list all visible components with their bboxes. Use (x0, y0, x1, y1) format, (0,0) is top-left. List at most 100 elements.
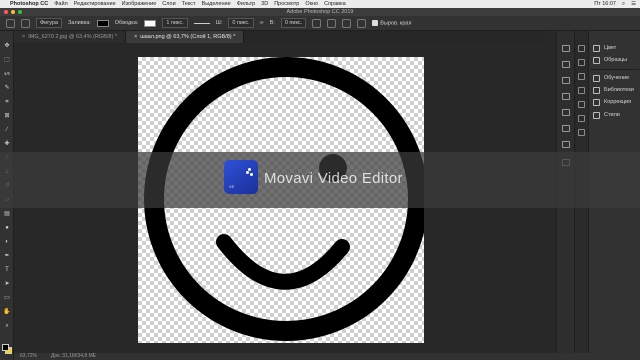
tab-label: IMG_6270 2.jpg @ 63,4% (RGB/8) * (28, 34, 117, 40)
panel-libraries[interactable]: Библиотеки (593, 85, 640, 95)
menu-help[interactable]: Справка (324, 1, 346, 7)
link-dimensions-icon[interactable]: ∞ (260, 20, 264, 26)
shape-icon[interactable]: ▭ (3, 295, 11, 302)
window-title: Adobe Photoshop CC 2019 (286, 9, 354, 15)
menu-image[interactable]: Изображение (122, 1, 157, 7)
panel-learn[interactable]: Обучение (593, 73, 640, 83)
swatches-icon (593, 56, 600, 64)
type-icon[interactable]: T (3, 267, 11, 274)
marquee-icon[interactable]: ⬚ (3, 57, 11, 64)
zoom-level[interactable]: 63,72% (20, 353, 37, 360)
menu-app-name[interactable]: Photoshop CC (10, 1, 48, 7)
height-label: В: (269, 20, 275, 26)
notes-panel-icon[interactable] (578, 129, 585, 136)
panel-styles[interactable]: Стили (593, 110, 640, 120)
libraries-icon (593, 86, 600, 94)
status-bar: 63,72% Док: 31,1М/34,8 МЕ (14, 353, 640, 360)
quick-select-icon[interactable]: ✎ (3, 85, 11, 92)
move-icon[interactable]: ✥ (3, 43, 11, 50)
history-panel-icon[interactable] (562, 45, 570, 52)
healing-icon[interactable]: ✚ (3, 141, 11, 148)
color-wheel-icon (593, 44, 600, 52)
panel-label: Библиотеки (604, 87, 634, 93)
spotlight-search-icon[interactable]: ⌕ (622, 1, 625, 8)
zoom-icon[interactable]: ⌕ (3, 323, 11, 330)
properties-panel-icon[interactable] (562, 125, 570, 132)
blur-icon[interactable]: ● (3, 225, 11, 232)
timeline-panel-icon[interactable] (578, 115, 585, 122)
info-panel-icon[interactable] (578, 73, 585, 80)
fill-swatch[interactable] (96, 19, 109, 27)
photoshop-window: Photoshop CC Файл Редактирование Изображ… (0, 0, 640, 360)
histogram-panel-icon[interactable] (578, 101, 585, 108)
smiley-mouth (216, 234, 350, 290)
document-tabs: × IMG_6270 2.jpg @ 63,4% (RGB/8) * × шаал.… (14, 31, 544, 43)
menu-file[interactable]: Файл (54, 1, 68, 7)
stroke-swatch[interactable] (144, 19, 157, 27)
fill-label: Заливка: (68, 20, 91, 26)
styles-icon (593, 111, 600, 119)
menu-edit[interactable]: Редактирование (74, 1, 116, 7)
3d-panel-icon[interactable] (562, 141, 570, 148)
settings-gear-icon[interactable] (357, 18, 367, 28)
window-controls (4, 10, 22, 14)
navigator-panel-icon[interactable] (578, 87, 585, 94)
gradient-icon[interactable]: ▤ (3, 211, 11, 218)
tab-label: шаал.png @ 63,7% (Слой 1, RGB/8) * (140, 34, 236, 40)
minimize-window-icon[interactable] (11, 10, 15, 14)
channels-panel-icon[interactable] (578, 45, 585, 52)
menu-select[interactable]: Выделение (202, 1, 231, 7)
close-tab-icon[interactable]: × (134, 34, 137, 40)
close-tab-icon[interactable]: × (22, 34, 25, 40)
panel-swatches[interactable]: Образцы (593, 55, 640, 65)
width-field[interactable]: 0 пикс. (228, 18, 254, 28)
panel-color[interactable]: Цвет (593, 43, 640, 53)
panel-label: Обучение (604, 75, 630, 81)
path-alignment-icon[interactable] (327, 18, 337, 28)
frame-icon[interactable]: ⊠ (3, 113, 11, 120)
zoom-window-icon[interactable] (18, 10, 22, 14)
adjustments-icon (593, 98, 600, 106)
character-panel-icon[interactable] (562, 93, 570, 100)
path-arrangement-icon[interactable] (342, 18, 352, 28)
stroke-type-select[interactable] (193, 22, 210, 24)
menu-layers[interactable]: Слои (162, 1, 175, 7)
menu-3d[interactable]: 3D (261, 1, 268, 7)
shape-mode-select[interactable]: Фигура (36, 18, 63, 28)
align-edges-checkbox[interactable]: Выров. края (372, 19, 411, 26)
lasso-icon[interactable]: ᔕ (3, 71, 11, 78)
stroke-width-field[interactable]: 1 пикс. (162, 18, 188, 28)
path-select-icon[interactable]: ➤ (3, 281, 11, 288)
hand-icon[interactable]: ✋ (3, 309, 11, 316)
home-icon[interactable] (6, 18, 15, 28)
logo-caption: VE (229, 184, 235, 189)
panel-label: Стили (604, 112, 620, 118)
path-operations-icon[interactable] (312, 18, 322, 28)
panel-label: Образцы (604, 57, 628, 63)
dodge-icon[interactable]: ◐ (3, 239, 11, 246)
paragraph-panel-icon[interactable] (562, 109, 570, 116)
tab-img-6270[interactable]: × IMG_6270 2.jpg @ 63,4% (RGB/8) * (14, 31, 126, 43)
menu-view[interactable]: Просмотр (274, 1, 299, 7)
tool-preset-icon[interactable] (21, 18, 30, 28)
actions-panel-icon[interactable] (562, 61, 570, 68)
foreground-color-swatch[interactable] (2, 344, 9, 351)
crop-icon[interactable]: ⌗ (3, 99, 11, 106)
menubar-clock[interactable]: Пт 16:07 (594, 1, 616, 7)
menu-type[interactable]: Текст (182, 1, 196, 7)
checkmark-icon (372, 19, 379, 26)
notification-center-icon[interactable]: ☰ (631, 1, 636, 7)
tab-active-document[interactable]: × шаал.png @ 63,7% (Слой 1, RGB/8) * (125, 31, 245, 43)
logo-dot (250, 173, 253, 176)
stroke-label: Обводка: (114, 20, 139, 26)
learn-bulb-icon (593, 74, 600, 82)
close-window-icon[interactable] (4, 10, 8, 14)
menu-window[interactable]: Окно (305, 1, 318, 7)
paths-panel-icon[interactable] (578, 59, 585, 66)
height-field[interactable]: 0 пикс. (280, 18, 307, 28)
pen-icon[interactable]: ✒ (3, 253, 11, 260)
eyedropper-icon[interactable]: ⁄ (3, 127, 11, 134)
panel-adjustments[interactable]: Коррекция (593, 97, 640, 107)
menu-filter[interactable]: Фильтр (237, 1, 255, 7)
brushes-panel-icon[interactable] (562, 77, 570, 84)
